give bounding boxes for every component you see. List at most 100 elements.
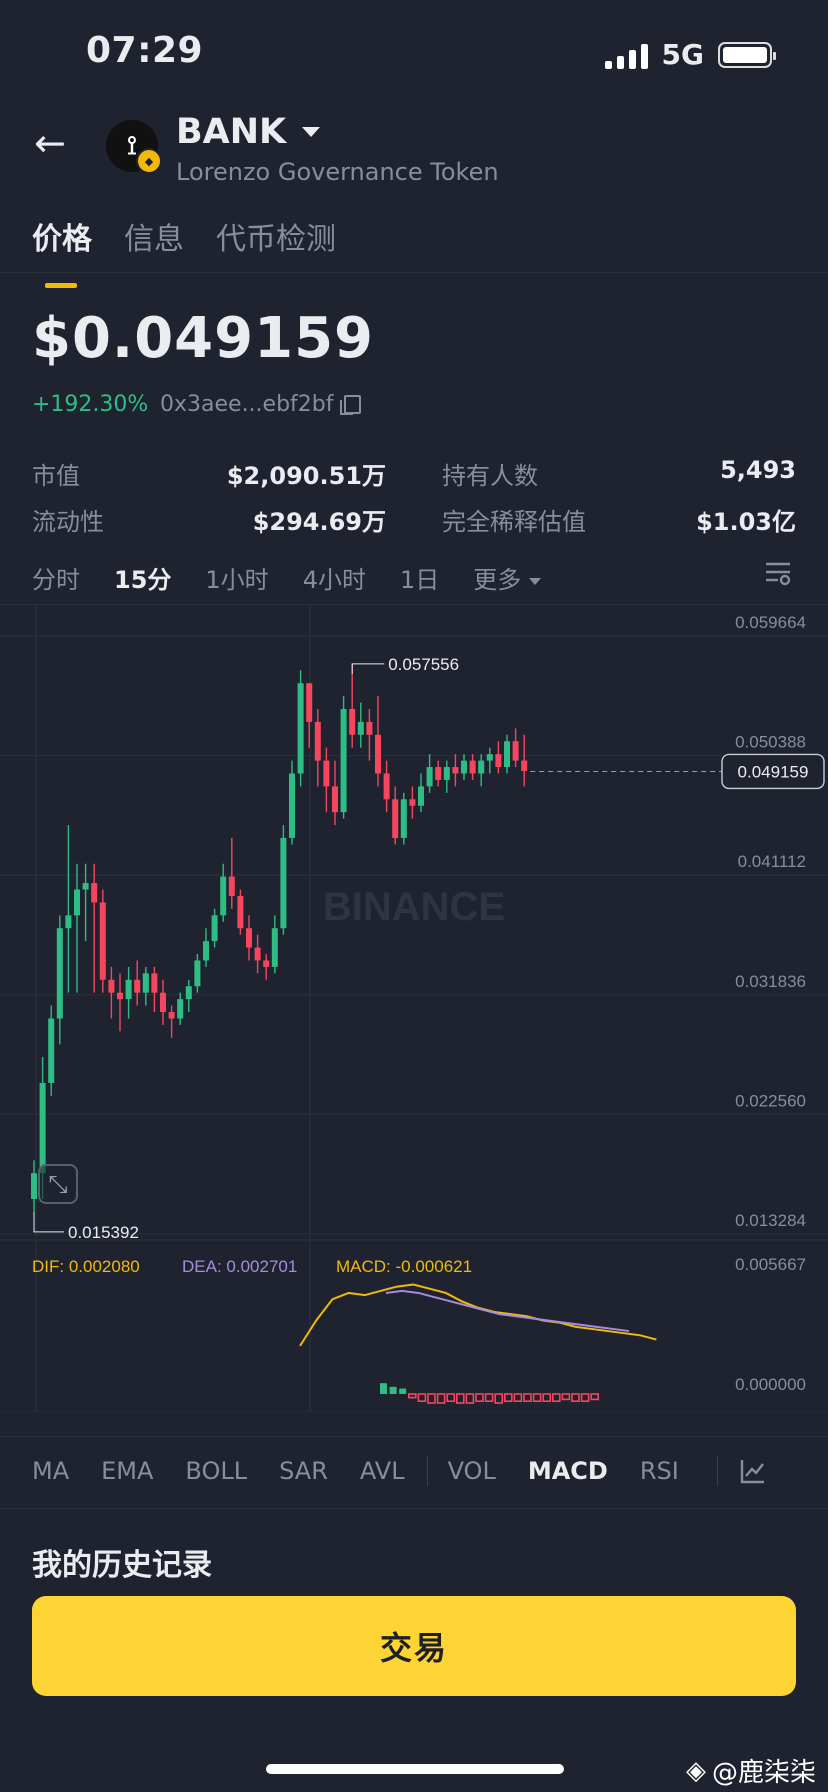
indicator-vol[interactable]: VOL [428, 1457, 496, 1485]
macd-histogram-bar [389, 1386, 397, 1394]
macd-legend-label: DEA: 0.002701 [182, 1257, 297, 1276]
candle-body [237, 895, 244, 929]
candle-body [160, 992, 166, 1013]
candle-body [435, 767, 442, 780]
candle-body [228, 876, 235, 896]
candle-body [478, 760, 485, 774]
holders-value: 5,493 [720, 456, 796, 484]
tab-bar: 价格 信息 代币检测 [32, 214, 336, 288]
y-tick-label: 0.013284 [735, 1211, 806, 1230]
last-price-label: 0.049159 [738, 762, 809, 781]
candle-body [134, 979, 141, 993]
candle-body [254, 947, 261, 961]
macd-histogram-bar [503, 1393, 513, 1402]
contract-address-text: 0x3aee...ebf2bf [160, 392, 334, 417]
candle-body [323, 760, 330, 787]
price-chart[interactable]: BINANCE 0.059664 0.050388 0.041112 0.031836… [0, 604, 828, 1412]
price-change: +192.30% [32, 392, 149, 417]
macd-histogram-bar [436, 1393, 446, 1404]
candle-body [443, 767, 450, 780]
y-tick-label: 0.031836 [735, 972, 806, 991]
candle-body [340, 709, 347, 813]
low-price-label: 0.015392 [68, 1223, 139, 1242]
indicator-ema[interactable]: EMA [69, 1457, 153, 1485]
candle-body [383, 773, 390, 800]
indicator-bottom-divider [0, 1508, 828, 1509]
candle-body [314, 721, 321, 761]
tab-info[interactable]: 信息 [124, 214, 184, 258]
copy-icon[interactable] [339, 395, 361, 415]
liquidity-value: $294.69万 [252, 508, 386, 536]
macd-histogram-bar [513, 1393, 523, 1402]
macd-histogram-bar [551, 1393, 561, 1402]
signal-icon [604, 41, 648, 69]
indicator-ma[interactable]: MA [0, 1457, 69, 1485]
fdv-value: $1.03亿 [696, 508, 796, 536]
candle-body [426, 767, 433, 787]
candle-body [48, 1018, 55, 1083]
candle-body [512, 741, 519, 761]
tf-more[interactable]: 更多 [473, 560, 542, 595]
macd-histogram-bar [523, 1393, 532, 1402]
macd-y-tick-label: 0.000000 [735, 1375, 806, 1394]
candle-body [469, 760, 476, 774]
candle-body [392, 799, 399, 838]
candle-body [280, 837, 287, 929]
indicator-avl[interactable]: AVL [328, 1457, 405, 1485]
candle-body [495, 754, 502, 768]
candle-body [31, 1173, 37, 1199]
y-tick-label: 0.059664 [735, 613, 806, 632]
token-logo: ⟟ ◆ [106, 120, 162, 174]
fdv-label: 完全稀释估值 [442, 508, 586, 536]
macd-histogram-bar [542, 1393, 552, 1402]
tf-1h[interactable]: 1小时 [205, 560, 268, 595]
tf-15m[interactable]: 15分 [114, 560, 171, 595]
candle-body [39, 1082, 46, 1174]
indicator-boll[interactable]: BOLL [153, 1457, 247, 1485]
candle-body [220, 876, 227, 916]
candle-body [289, 773, 295, 838]
high-marker-line [351, 663, 385, 674]
dif-line [299, 1283, 657, 1347]
candle-body [125, 979, 132, 1000]
watermark: ◈ @鹿柒柒 [686, 1752, 816, 1789]
tab-price[interactable]: 价格 [32, 214, 92, 288]
macd-histogram-bar [484, 1393, 494, 1402]
indicator-top-divider [0, 1436, 828, 1437]
candle-body [375, 734, 381, 774]
candle-body [297, 683, 304, 774]
current-price: $0.049159 [32, 306, 374, 371]
candle-body [82, 883, 89, 890]
macd-histogram-bar [399, 1388, 407, 1394]
contract-address[interactable]: 0x3aee...ebf2bf [160, 392, 361, 417]
indicator-settings-icon[interactable] [740, 1458, 766, 1484]
holders-label: 持有人数 [442, 462, 538, 490]
candle-body [332, 786, 338, 813]
tf-line[interactable]: 分时 [32, 560, 80, 595]
indicator-sar[interactable]: SAR [247, 1457, 328, 1485]
fullscreen-icon[interactable]: ⤡ [38, 1164, 78, 1204]
indicator-rsi[interactable]: RSI [608, 1457, 679, 1485]
indicator-macd[interactable]: MACD [496, 1457, 608, 1485]
tf-4h[interactable]: 4小时 [303, 560, 366, 595]
macd-legend-label: MACD: -0.000621 [336, 1257, 472, 1276]
candle-body [366, 721, 373, 735]
history-title: 我的历史记录 [32, 1548, 212, 1583]
tf-1d[interactable]: 1日 [400, 560, 439, 595]
token-symbol: BANK [176, 112, 287, 152]
candle-body [56, 928, 63, 1019]
watermark-text: @鹿柒柒 [711, 1758, 816, 1788]
back-arrow-icon[interactable]: ← [34, 124, 66, 162]
candle-body [203, 941, 209, 961]
candle-body [91, 883, 98, 903]
token-selector[interactable]: BANK [176, 112, 321, 152]
chart-settings-icon[interactable] [764, 560, 792, 586]
macd-histogram-bar [475, 1393, 484, 1402]
tab-token-check[interactable]: 代币检测 [216, 214, 336, 258]
trade-button[interactable]: 交易 [32, 1596, 796, 1696]
home-indicator [266, 1764, 564, 1774]
binance-square-icon: ◈ [685, 1755, 706, 1786]
macd-histogram-bar [407, 1393, 417, 1399]
chart-watermark: BINANCE [323, 885, 505, 929]
candle-body [504, 741, 510, 768]
